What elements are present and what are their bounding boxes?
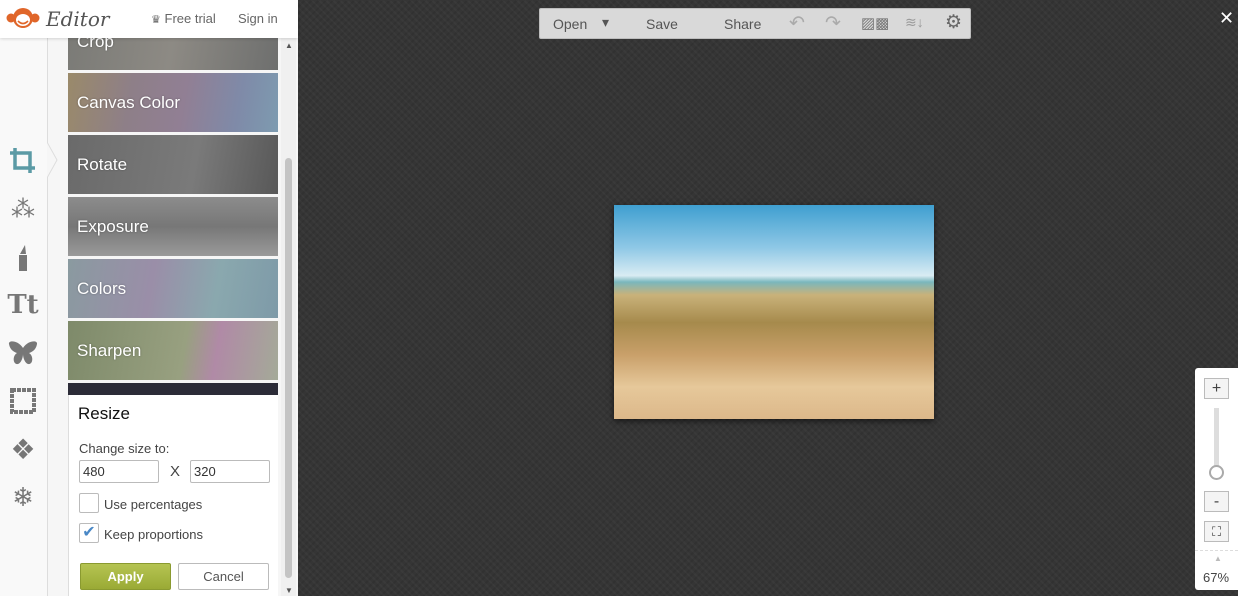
magic-wand-icon[interactable]: ⁂ xyxy=(6,192,40,226)
scrollbar-thumb[interactable] xyxy=(285,158,292,578)
open-button[interactable]: Open xyxy=(553,16,587,32)
tile-rotate[interactable]: Rotate xyxy=(68,135,278,194)
tile-label: Canvas Color xyxy=(77,92,180,112)
tile-label: Sharpen xyxy=(77,340,142,360)
compare-icon[interactable]: ▨▩ xyxy=(861,14,889,32)
change-size-label: Change size to: xyxy=(79,441,170,456)
undo-icon[interactable]: ↶ xyxy=(789,12,805,35)
tile-label: Crop xyxy=(77,38,114,51)
fit-screen-icon[interactable]: ⛶ xyxy=(1204,521,1229,542)
zoom-slider[interactable] xyxy=(1214,408,1219,466)
tile-exposure[interactable]: Exposure xyxy=(68,197,278,256)
save-button[interactable]: Save xyxy=(646,16,678,32)
active-tool-pointer xyxy=(47,142,58,178)
tool-tiles: Crop Canvas Color Rotate Exposure Colors… xyxy=(68,38,278,395)
lipstick-icon[interactable] xyxy=(6,240,40,274)
top-bar: Editor ♛ Free trial Sign in xyxy=(0,0,298,38)
zoom-out-button[interactable]: - xyxy=(1204,491,1229,512)
redo-icon[interactable]: ↷ xyxy=(825,12,841,35)
main-toolbar: Open ▾ Save Share ↶ ↷ ▨▩ ≋↓ ⚙ xyxy=(539,8,971,39)
zoom-in-button[interactable]: + xyxy=(1204,378,1229,399)
tile-sharpen[interactable]: Sharpen xyxy=(68,321,278,380)
zoom-slider-handle[interactable] xyxy=(1209,465,1224,480)
keep-proportions-checkbox[interactable]: ✔ xyxy=(79,523,99,543)
tile-canvas-color[interactable]: Canvas Color xyxy=(68,73,278,132)
use-percentages-label: Use percentages xyxy=(104,497,203,512)
share-button[interactable]: Share xyxy=(724,16,761,32)
close-icon[interactable]: ✕ xyxy=(1219,8,1234,29)
apply-button[interactable]: Apply xyxy=(80,563,171,590)
left-sidebar: Editor ♛ Free trial Sign in ⁂ Tt ❖ ❄ Cro… xyxy=(0,0,298,596)
brand-name: Editor xyxy=(46,7,110,31)
open-dropdown-icon[interactable]: ▾ xyxy=(602,14,609,31)
texture-icon[interactable]: ❖ xyxy=(6,432,40,466)
tile-more[interactable] xyxy=(68,383,278,395)
sign-in-link[interactable]: Sign in xyxy=(238,11,278,26)
tile-colors[interactable]: Colors xyxy=(68,259,278,318)
canvas-photo[interactable] xyxy=(614,205,934,419)
scroll-down-icon[interactable]: ▼ xyxy=(285,586,293,595)
scroll-up-icon[interactable]: ▲ xyxy=(285,41,293,50)
height-input[interactable] xyxy=(190,460,270,483)
x-separator: X xyxy=(170,463,181,480)
free-trial-label: Free trial xyxy=(164,11,216,26)
width-input[interactable] xyxy=(79,460,159,483)
resize-panel: Resize Change size to: X Use percentages… xyxy=(68,395,278,596)
panel-scrollbar[interactable]: ▲ ▼ xyxy=(281,38,296,596)
crop-icon[interactable] xyxy=(6,144,40,178)
settings-icon[interactable]: ⚙ xyxy=(945,11,962,34)
cancel-button[interactable]: Cancel xyxy=(178,563,269,590)
collapse-icon[interactable]: ▲ xyxy=(1214,554,1222,563)
zoom-panel: + - ⛶ ▲ 67% xyxy=(1195,368,1238,590)
use-percentages-checkbox[interactable] xyxy=(79,493,99,513)
tile-crop[interactable]: Crop xyxy=(68,38,278,70)
tool-column: ⁂ Tt ❖ ❄ xyxy=(0,38,48,596)
crown-icon: ♛ xyxy=(151,14,161,26)
monkey-logo-icon xyxy=(6,8,40,28)
text-icon[interactable]: Tt xyxy=(6,288,40,322)
zoom-level: 67% xyxy=(1203,570,1230,585)
layers-icon[interactable]: ≋↓ xyxy=(905,14,924,31)
resize-title: Resize xyxy=(78,404,130,423)
tile-label: Exposure xyxy=(77,216,149,236)
snowflake-icon[interactable]: ❄ xyxy=(6,480,40,514)
keep-proportions-label: Keep proportions xyxy=(104,527,204,542)
tile-label: Colors xyxy=(77,278,127,298)
frame-icon[interactable] xyxy=(6,384,40,418)
tile-label: Rotate xyxy=(77,154,128,174)
free-trial-link[interactable]: ♛ Free trial xyxy=(151,11,216,26)
check-icon: ✔ xyxy=(82,524,96,541)
butterfly-icon[interactable] xyxy=(6,336,40,370)
